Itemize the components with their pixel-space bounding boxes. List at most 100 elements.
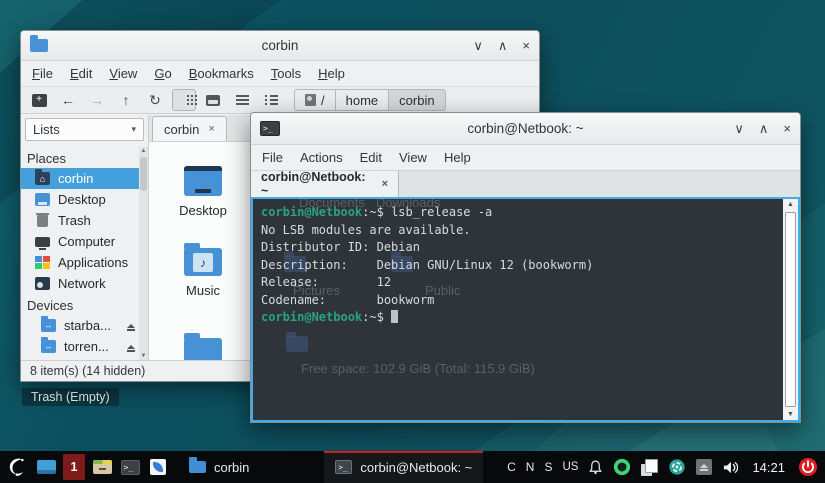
breadcrumb-current[interactable]: corbin (388, 89, 445, 111)
chevron-down-icon: ▾ (131, 124, 136, 135)
panel-selector-dropdown[interactable]: Lists ▾ (25, 118, 144, 141)
clock[interactable]: 14:21 (752, 460, 785, 475)
file-item-desktop[interactable]: Desktop (157, 166, 249, 218)
menu-help[interactable]: Help (444, 150, 471, 165)
notifications-bell-icon[interactable] (588, 459, 603, 475)
close-icon[interactable]: × (522, 39, 530, 52)
sidebar-item-label: Network (58, 276, 106, 291)
terminal-scrollbar[interactable]: ▲ ▼ (783, 199, 798, 420)
menu-edit[interactable]: Edit (360, 150, 382, 165)
breadcrumb-home[interactable]: home (335, 89, 390, 111)
tab-label: corbin (164, 122, 199, 137)
text-editor-launcher[interactable] (144, 451, 172, 483)
scroll-down-icon[interactable]: ▼ (787, 411, 794, 418)
task-terminal[interactable]: >_ corbin@Netbook: ~ (324, 451, 483, 483)
terminal-line: No LSB modules are available. (261, 222, 778, 240)
back-button[interactable]: ← (56, 89, 80, 111)
sidebar-item-label: torren... (64, 339, 109, 354)
grid-view-icon (187, 95, 189, 97)
list-view-icon (265, 95, 278, 105)
menu-view[interactable]: View (399, 150, 427, 165)
minimize-icon[interactable]: ∨ (473, 39, 483, 52)
scrollbar-thumb[interactable] (785, 212, 796, 407)
sidebar-item-computer[interactable]: Computer (21, 231, 139, 252)
scrollbar-thumb[interactable] (140, 157, 147, 191)
close-icon[interactable]: × (783, 122, 791, 135)
volume-icon[interactable] (722, 460, 739, 475)
menu-view[interactable]: View (109, 66, 137, 81)
drawer-launcher[interactable] (88, 451, 116, 483)
sidebar-scrollbar[interactable]: ▲ ▼ (139, 147, 148, 360)
show-desktop-icon (37, 460, 56, 474)
menu-bookmarks[interactable]: Bookmarks (189, 66, 254, 81)
file-manager-titlebar[interactable]: corbin ∨ ∧ × (21, 31, 539, 61)
task-file-manager[interactable]: corbin (178, 451, 260, 483)
sidebar-item-device-2[interactable]: ↔ torren... (21, 336, 139, 357)
menu-file[interactable]: File (262, 150, 283, 165)
desktop-pager[interactable]: 1 (63, 454, 85, 480)
terminal-titlebar[interactable]: >_ corbin@Netbook: ~ ∨ ∧ × (251, 113, 800, 145)
file-manager-sidebar: Lists ▾ Places ⌂ corbin Desktop Trash (21, 115, 149, 360)
removable-media-icon[interactable] (696, 459, 712, 475)
tab-close-icon[interactable]: × (382, 179, 388, 190)
clipboard-icon[interactable] (641, 459, 658, 476)
tab-corbin[interactable]: corbin × (152, 116, 227, 141)
show-desktop-button[interactable] (32, 451, 60, 483)
sidebar-item-network[interactable]: Network (21, 273, 139, 294)
up-icon: ↑ (123, 92, 130, 108)
minimize-icon[interactable]: ∨ (734, 122, 744, 135)
sidebar-item-trash[interactable]: Trash (21, 210, 139, 231)
q4os-logo-icon (5, 456, 27, 478)
terminal-tab[interactable]: corbin@Netbook: ~ × (251, 171, 399, 197)
terminal-launcher[interactable]: >_ (116, 451, 144, 483)
update-notifier-icon[interactable] (613, 458, 631, 476)
sidebar-item-label: Computer (58, 234, 115, 249)
maximize-icon[interactable]: ∧ (759, 122, 769, 135)
terminal-line: Release: 12 (261, 274, 778, 292)
app-menu-button[interactable] (0, 451, 32, 483)
shutter-app-icon[interactable] (668, 458, 686, 476)
scroll-up-icon[interactable]: ▲ (141, 148, 147, 154)
desktop-trash-icon[interactable]: Trash (Empty) (22, 388, 119, 406)
sidebar-item-desktop[interactable]: Desktop (21, 189, 139, 210)
menu-help[interactable]: Help (318, 66, 345, 81)
sidebar-item-corbin[interactable]: ⌂ corbin (21, 168, 139, 189)
menu-edit[interactable]: Edit (70, 66, 92, 81)
menu-tools[interactable]: Tools (271, 66, 301, 81)
thumbnail-view-button[interactable] (201, 89, 225, 111)
menu-file[interactable]: File (32, 66, 53, 81)
tab-close-icon[interactable]: × (208, 124, 214, 135)
reload-button[interactable]: ↻ (143, 89, 167, 111)
menu-go[interactable]: Go (154, 66, 171, 81)
prompt-user: corbin@Netbook (261, 310, 362, 324)
up-button[interactable]: ↑ (114, 89, 138, 111)
taskbar: 1 >_ corbin >_ corbin@Netbook: ~ C N S U… (0, 451, 825, 483)
scroll-down-icon[interactable]: ▼ (141, 353, 147, 359)
terminal-content[interactable]: Documents Downloads Pictures Public Free… (251, 197, 800, 422)
sidebar-item-device-1[interactable]: ↔ starba... (21, 315, 139, 336)
panel-selector-label: Lists (33, 122, 60, 137)
prompt-user: corbin@Netbook (261, 205, 362, 219)
window-title: corbin (21, 38, 539, 53)
forward-button[interactable]: → (85, 89, 109, 111)
ghost-statusbar-text: Free space: 102.9 GiB (Total: 115.9 GiB) (301, 361, 535, 376)
scroll-up-icon[interactable]: ▲ (787, 201, 794, 208)
eject-icon[interactable] (127, 345, 135, 349)
list-view-button[interactable] (259, 89, 283, 111)
sidebar-item-applications[interactable]: Applications (21, 252, 139, 273)
file-item-music[interactable]: ♪ Music (157, 248, 249, 298)
eject-icon[interactable] (127, 324, 135, 328)
prompt-path: :~$ (362, 205, 391, 219)
icon-view-button[interactable] (172, 89, 196, 111)
new-tab-button[interactable]: + (27, 89, 51, 111)
maximize-icon[interactable]: ∧ (498, 39, 508, 52)
terminal-window: >_ corbin@Netbook: ~ ∨ ∧ × File Actions … (250, 112, 801, 423)
breadcrumb-root[interactable]: / (294, 89, 336, 111)
keyboard-layout-indicator[interactable]: US (562, 461, 578, 473)
file-item-partial[interactable] (157, 338, 249, 360)
task-label: corbin@Netbook: ~ (360, 460, 472, 475)
menu-actions[interactable]: Actions (300, 150, 343, 165)
detailed-view-button[interactable] (230, 89, 254, 111)
thumbnail-view-icon (206, 95, 220, 106)
power-button-icon[interactable] (798, 457, 818, 477)
